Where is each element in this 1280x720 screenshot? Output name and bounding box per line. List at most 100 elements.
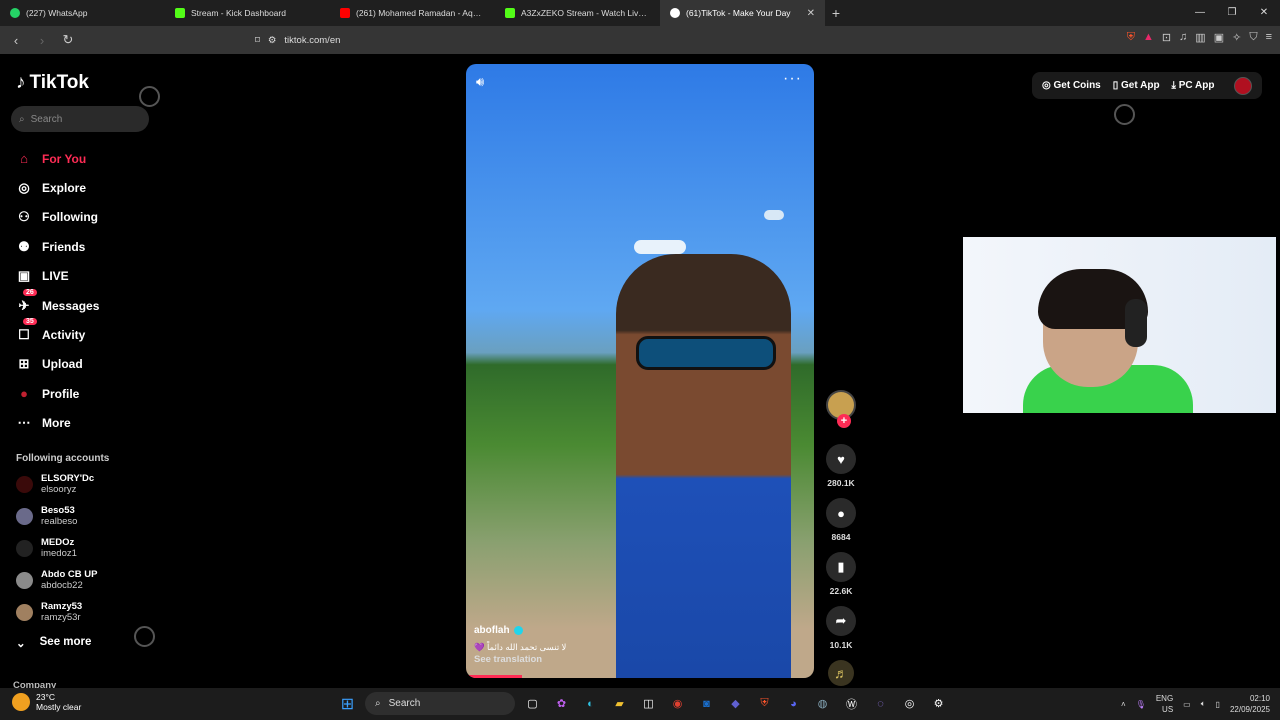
account-item[interactable]: Ramzy53 ramzy53r <box>16 601 82 623</box>
creator-avatar[interactable]: + <box>826 390 856 428</box>
browser-toolbar: ‹ › ↻ ⌑ ⚙ tiktok.com/en ⛨ ▲ ⊡ ♫ ▥ ▣ ✧ ⛉ … <box>0 26 1280 54</box>
youtube-icon <box>340 8 350 18</box>
tab-kick-stream[interactable]: A3ZxZEKO Stream - Watch Live on K <box>495 0 660 26</box>
steam-icon[interactable]: ◍ <box>811 692 834 715</box>
account-item[interactable]: Beso53 realbeso <box>16 505 77 527</box>
sidebar-item-following[interactable]: ⚇ Following <box>16 203 99 232</box>
follow-plus-icon[interactable]: + <box>837 414 851 428</box>
tab-youtube[interactable]: (261) Mohamed Ramadan - Aqwa Ka <box>330 0 495 26</box>
pc-app-button[interactable]: ⤓ PC App <box>1172 80 1215 91</box>
site-info-icon[interactable]: ⚙ <box>268 35 277 46</box>
brave-icon[interactable]: ⛨ <box>753 692 776 715</box>
following-accounts-heading: Following accounts <box>16 453 110 464</box>
brave-shield-icon[interactable]: ⛨ <box>1127 31 1135 44</box>
more-options-icon[interactable]: ··· <box>783 70 802 88</box>
wallet-icon[interactable]: ▣ <box>1214 31 1224 44</box>
sidebar-item-friends[interactable]: ⚉ Friends <box>16 232 99 261</box>
account-item[interactable]: Abdo CB UP abdocb22 <box>16 569 97 591</box>
menu-icon[interactable]: ≡ <box>1266 31 1272 44</box>
maximize-icon[interactable]: ❐ <box>1216 0 1248 26</box>
sidebar-item-upload[interactable]: ⊞ Upload <box>16 350 99 379</box>
url-text: tiktok.com/en <box>284 34 341 46</box>
chrome-icon[interactable]: ◉ <box>666 692 689 715</box>
video-progress-bar[interactable] <box>466 675 522 678</box>
start-icon[interactable]: ⊞ <box>336 692 359 715</box>
weather-widget[interactable]: 23°C Mostly clear <box>12 692 81 712</box>
sidebar-item-live[interactable]: ▣ LIVE <box>16 262 99 291</box>
save-button[interactable]: ▮ <box>826 552 856 582</box>
minimize-icon[interactable]: — <box>1184 0 1216 26</box>
save-count: 22.6K <box>829 586 853 596</box>
task-view-icon[interactable]: ▢ <box>521 692 544 715</box>
screenshot-icon[interactable]: ⊡ <box>1162 31 1171 44</box>
tab-whatsapp[interactable]: (227) WhatsApp <box>0 0 165 26</box>
sidebar-item-explore[interactable]: ◎ Explore <box>16 173 99 202</box>
video-author[interactable]: aboflah <box>474 625 523 636</box>
volume-icon[interactable]: 🔊︎ <box>476 74 484 90</box>
sidebar-item-messages[interactable]: ✈ 26 Messages <box>16 288 99 320</box>
copilot-icon[interactable]: ✿ <box>550 692 573 715</box>
home-icon: ⌂ <box>20 151 28 167</box>
app-icon[interactable]: ◌ <box>869 692 892 715</box>
edge-icon[interactable]: ◐ <box>579 692 602 715</box>
account-item[interactable]: ELSORY'Dc elsooryz <box>16 473 94 495</box>
brave-rewards-icon[interactable]: ▲ <box>1143 31 1154 44</box>
wordpress-icon[interactable]: Ⓦ <box>840 692 863 715</box>
vpn-icon[interactable]: ⛉ <box>1249 31 1257 44</box>
close-tab-icon[interactable]: ✕ <box>807 8 815 19</box>
forward-icon[interactable]: › <box>34 33 50 48</box>
settings-icon[interactable]: ⚙ <box>927 692 950 715</box>
battery-icon[interactable]: ▯ <box>1216 700 1220 709</box>
discord-icon[interactable]: ◕ <box>782 692 805 715</box>
ai-icon[interactable]: ✧ <box>1232 31 1241 44</box>
sidebar-item-for-you[interactable]: ⌂ For You <box>16 144 99 173</box>
sidebar-item-more[interactable]: ⋯ More <box>16 409 99 438</box>
store-icon[interactable]: ◫ <box>637 692 660 715</box>
sidebar-toggle-icon[interactable]: ▥ <box>1195 31 1205 44</box>
sidebar-item-profile[interactable]: ● Profile <box>16 379 99 408</box>
avatar <box>16 603 33 621</box>
search-input[interactable]: ⌕ Search <box>11 106 149 132</box>
share-button[interactable]: ➦ <box>826 606 856 636</box>
bookmark-icon[interactable]: ⌑ <box>255 35 260 46</box>
new-tab-button[interactable]: + <box>825 5 847 21</box>
microphone-icon[interactable]: 🎙︎ <box>1136 700 1146 709</box>
video-person <box>616 254 791 678</box>
music-icon[interactable]: ♫ <box>1179 31 1187 44</box>
get-app-button[interactable]: ▯ Get App <box>1113 80 1160 91</box>
chevron-up-icon[interactable]: ˄ <box>1121 700 1126 709</box>
tab-kick-dashboard[interactable]: Stream - Kick Dashboard <box>165 0 330 26</box>
speaker-icon[interactable]: 🔈︎ <box>1201 699 1206 709</box>
reload-icon[interactable]: ↻ <box>60 32 76 48</box>
see-translation-link[interactable]: See translation <box>474 654 542 665</box>
back-icon[interactable]: ‹ <box>8 33 24 48</box>
comment-count: 8684 <box>831 532 851 542</box>
explorer-icon[interactable]: ▰ <box>608 692 631 715</box>
video-player[interactable]: 🔊︎ ··· aboflah لا تنسى تحمد الله دائماً … <box>466 64 814 678</box>
teams-icon[interactable]: ◆ <box>724 692 747 715</box>
comment-button[interactable]: ● <box>826 498 856 528</box>
sound-disc-icon[interactable]: ♬ <box>828 660 854 686</box>
tiktok-logo[interactable]: ♪ TikTok <box>16 72 89 94</box>
tab-tiktok[interactable]: (61)TikTok - Make Your Day ✕ <box>660 0 825 26</box>
network-icon[interactable]: ▭ <box>1183 700 1191 709</box>
obs-icon[interactable]: ◎ <box>898 692 921 715</box>
get-coins-button[interactable]: ◎ Get Coins <box>1042 80 1101 91</box>
see-more-button[interactable]: ⌄ See more <box>16 636 91 650</box>
upload-icon: ⊞ <box>18 356 30 372</box>
outlook-icon[interactable]: ◙ <box>695 692 718 715</box>
taskbar-search[interactable]: ⌕ Search <box>365 692 515 715</box>
video-actions: + ♥ 280.1K ● 8684 ▮ 22.6K ➦ 10.1K ♬ <box>823 390 859 686</box>
share-icon: ➦ <box>835 613 847 628</box>
like-button[interactable]: ♥ <box>826 444 856 474</box>
user-avatar[interactable] <box>1234 76 1252 95</box>
account-item[interactable]: MEDOz imedoz1 <box>16 537 77 559</box>
sidebar-item-activity[interactable]: ☐ 35 Activity <box>16 318 99 349</box>
search-icon: ⌕ <box>375 698 381 709</box>
kick-icon <box>175 8 185 18</box>
language-indicator[interactable]: ENG US <box>1156 693 1173 715</box>
clock[interactable]: 02:10 22/09/2025 <box>1230 693 1270 715</box>
address-bar[interactable]: ⌑ ⚙ tiktok.com/en <box>255 30 1000 50</box>
close-window-icon[interactable]: ✕ <box>1248 0 1280 26</box>
weather-icon <box>12 693 30 711</box>
